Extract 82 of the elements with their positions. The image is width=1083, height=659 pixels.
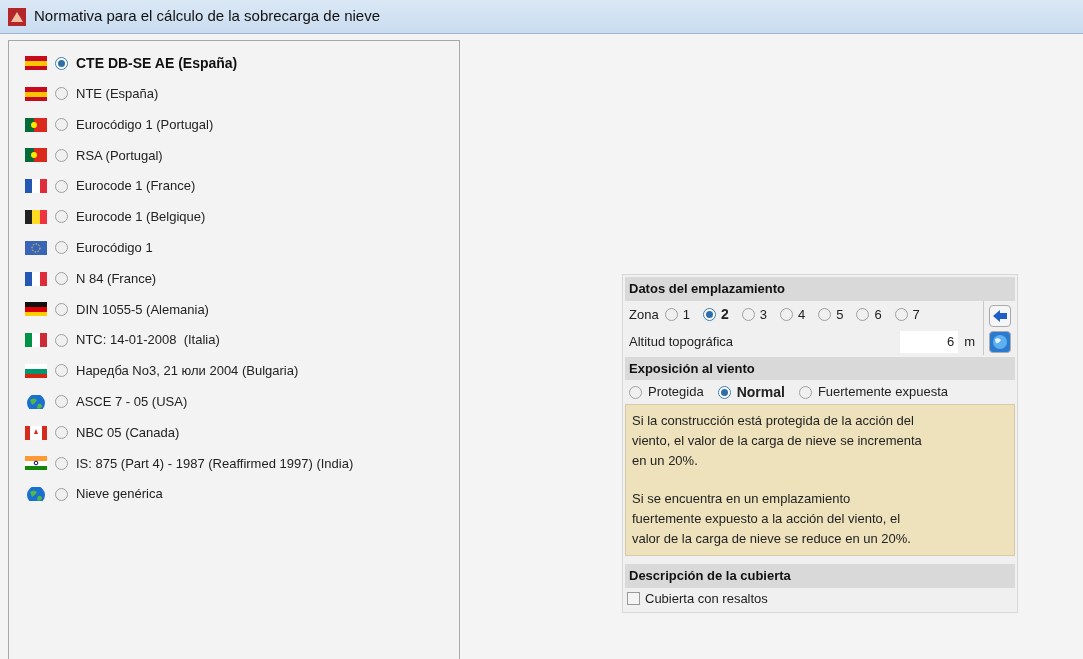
standard-option[interactable]: ASCE 7 - 05 (USA) [76, 392, 188, 412]
radio-button[interactable] [702, 308, 716, 321]
standard-option[interactable]: Eurocódigo 1 [76, 238, 153, 258]
spain-flag-icon [25, 56, 47, 70]
standard-option[interactable]: IS: 875 (Part 4) - 1987 (Reaffirmed 1997) (India) [76, 453, 354, 474]
radio-button[interactable] [717, 385, 731, 399]
zone-option[interactable]: 2 [720, 304, 729, 325]
standard-option[interactable]: NTE (España) [76, 84, 159, 104]
standard-option[interactable]: NTC: 14-01-2008 (Italia) [76, 330, 220, 350]
radio-button[interactable] [55, 456, 68, 470]
radio-button[interactable] [55, 179, 68, 193]
radio-button[interactable] [629, 385, 642, 399]
radio-button[interactable] [55, 210, 68, 224]
standard-option[interactable]: N 84 (France) [76, 268, 157, 289]
zone-option[interactable]: 1 [682, 304, 690, 325]
checkbox-label[interactable]: Cubierta con resaltos [645, 588, 768, 609]
radio-button[interactable] [55, 487, 68, 501]
altitude-field[interactable]: 6 [900, 330, 959, 353]
exposure-option[interactable]: Normal [736, 381, 785, 403]
italy-flag-icon [25, 333, 47, 348]
note-paragraph: Si la construcción está protegida de la acción del viento, el valor de la carga de nieve se incrementa en un 20%. [632, 412, 922, 470]
exposure-option[interactable]: Protegida [648, 382, 704, 402]
radio-button[interactable] [798, 385, 812, 399]
radio-button[interactable] [741, 308, 755, 321]
radio-button[interactable] [55, 118, 68, 132]
radio-button[interactable] [55, 426, 68, 440]
standard-option[interactable]: Nieve genérica [76, 484, 163, 504]
radio-button[interactable] [55, 241, 68, 255]
standard-option[interactable]: Eurocódigo 1 (Portugal) [76, 114, 214, 135]
bulgaria-flag-icon [25, 363, 47, 378]
section-header: Datos del emplazamiento [625, 277, 1015, 301]
arrow-left-icon [992, 308, 1008, 323]
radio-button[interactable] [55, 87, 68, 101]
note-paragraph: Si se encuentra en un emplazamiento fuertemente expuesto a la acción del viento, el valor de la carga de nieve se reduce en un 20%. [632, 490, 912, 548]
radio-button[interactable] [55, 56, 68, 70]
radio-button[interactable] [856, 308, 870, 321]
radio-button[interactable] [55, 333, 68, 347]
globe-button[interactable] [989, 330, 1011, 353]
standard-option[interactable]: RSA (Portugal) [76, 145, 163, 166]
portugal-flag-icon [25, 117, 47, 132]
window-title: Normativa para el cálculo de la sobrecarga de nieve [34, 6, 381, 27]
belgium-flag-icon [25, 210, 47, 224]
india-flag-icon [25, 456, 47, 471]
radio-button[interactable] [55, 272, 68, 286]
arrow-left-button[interactable] [989, 304, 1011, 327]
app-icon [8, 7, 26, 26]
radio-button[interactable] [55, 395, 68, 409]
unit-label: m [964, 332, 975, 351]
portugal-flag-icon [25, 148, 47, 163]
france-flag-icon [25, 179, 47, 194]
section-header: Exposición al viento [625, 356, 1015, 380]
radio-button[interactable] [664, 308, 678, 321]
standard-option[interactable]: Наредба No3, 21 юли 2004 (Bulgaria) [76, 361, 299, 381]
eu-flag-icon [25, 240, 47, 255]
section-header: Descripción de la cubierta [625, 564, 1015, 588]
radio-button[interactable] [818, 308, 832, 321]
checkbox[interactable] [627, 592, 640, 605]
radio-button[interactable] [55, 302, 68, 316]
zone-option[interactable]: 7 [912, 304, 920, 325]
canada-flag-icon [25, 425, 47, 440]
radio-button[interactable] [55, 364, 68, 378]
zone-label: Zona [629, 305, 659, 324]
standard-option[interactable]: Eurocode 1 (France) [76, 176, 196, 196]
germany-flag-icon [25, 302, 47, 317]
spain-flag-icon [25, 86, 47, 101]
zone-option[interactable]: 6 [874, 304, 882, 325]
radio-button[interactable] [779, 308, 793, 321]
radio-button[interactable] [55, 148, 68, 162]
radio-button[interactable] [894, 308, 908, 321]
globe-icon [25, 394, 47, 409]
zone-option[interactable]: 4 [797, 304, 806, 325]
standard-option[interactable]: CTE DB-SE AE (España) [76, 52, 238, 74]
zone-option[interactable]: 5 [836, 304, 844, 325]
zone-option[interactable]: 3 [759, 304, 767, 325]
globe-icon [992, 333, 1008, 350]
exposure-option[interactable]: Fuertemente expuesta [817, 382, 948, 402]
altitude-label: Altitud topográfica [629, 332, 735, 351]
globe-icon [25, 487, 47, 502]
france-flag-icon [25, 271, 47, 286]
standard-option[interactable]: NBC 05 (Canada) [76, 422, 180, 443]
standard-option[interactable]: Eurocode 1 (Belgique) [76, 207, 206, 227]
standard-option[interactable]: DIN 1055-5 (Alemania) [76, 299, 209, 320]
